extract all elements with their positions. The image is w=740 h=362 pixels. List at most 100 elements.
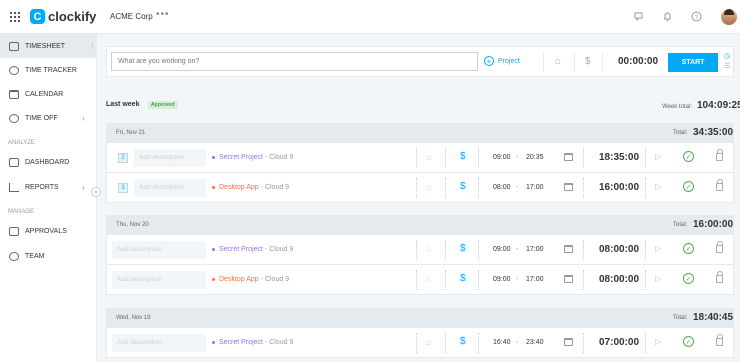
sidebar-item-approvals[interactable]: APPROVALS [0,219,96,243]
billable-dollar-icon[interactable]: $ [460,336,466,347]
approved-check-icon: ✓ [683,243,694,254]
tag-icon[interactable]: ⌂ [555,56,561,67]
entry-start-time[interactable]: 09:00 [493,246,511,253]
feedback-icon[interactable] [632,10,644,22]
billable-dollar-icon[interactable]: $ [460,273,466,284]
entry-description[interactable]: Add description [134,179,206,197]
divider [445,240,446,260]
sidebar-item-time-off[interactable]: TIME OFF › [0,106,96,130]
sidebar-item-time-tracker[interactable]: TIME TRACKER [0,58,96,82]
entry-duration[interactable]: 08:00:00 [599,274,639,285]
divider [478,148,479,168]
collapse-sidebar-icon[interactable]: « [91,187,101,197]
help-icon[interactable]: ? [690,10,702,22]
calendar-icon [9,89,19,99]
calendar-icon[interactable] [564,245,573,253]
divider [583,270,584,290]
plus-icon: + [484,56,494,66]
play-icon[interactable]: ▷ [655,337,661,346]
more-options-icon[interactable]: ••• [156,9,170,20]
tag-icon[interactable]: ⌂ [426,182,431,192]
play-icon[interactable]: ▷ [655,152,661,161]
app-logo[interactable]: C clockify [30,9,96,24]
day-date: Wed, Nov 19 [116,315,151,321]
workspace-name[interactable]: ACME Corp [110,12,153,21]
entry-end-time[interactable]: 17:00 [526,276,544,283]
tag-icon[interactable]: ⌂ [426,152,431,162]
sidebar-item-calendar[interactable]: CALENDAR [0,82,96,106]
billable-dollar-icon[interactable]: $ [585,56,591,67]
calendar-icon[interactable] [564,153,573,161]
entry-end-time[interactable]: 20:35 [526,154,544,161]
entry-description[interactable]: Add description [112,241,206,259]
group-count-badge[interactable]: 3 [118,183,128,193]
entry-end-time[interactable]: 17:00 [526,184,544,191]
play-icon[interactable]: ▷ [655,274,661,283]
project-button[interactable]: + Project [484,56,520,66]
bell-icon[interactable] [661,10,673,22]
entry-duration[interactable]: 08:00:00 [599,244,639,255]
billable-dollar-icon[interactable]: $ [460,243,466,254]
divider [645,240,646,260]
tag-icon[interactable]: ⌂ [426,337,431,347]
entry-project[interactable]: Secret Project - Cloud 9 [212,339,293,346]
drag-handle-icon[interactable]: ⋮ [89,42,96,50]
entry-start-time[interactable]: 16:40 [493,339,511,346]
timer-mode-icon[interactable]: ◷ [724,52,730,60]
start-button[interactable]: START [668,53,718,72]
time-separator: - [516,154,519,161]
divider [416,148,417,168]
divider [478,333,479,353]
description-input[interactable] [111,52,478,71]
day-group: Fri, Nov 21 Total: 34:35:00 2 Add descri… [106,123,734,203]
entry-duration[interactable]: 18:35:00 [599,152,639,163]
calendar-icon[interactable] [564,338,573,346]
calendar-icon[interactable] [564,183,573,191]
play-icon[interactable]: ▷ [655,182,661,191]
entry-project[interactable]: Secret Project - Cloud 9 [212,154,293,161]
clock-icon [9,65,19,75]
approved-check-icon: ✓ [683,181,694,192]
apps-grid-icon[interactable] [10,12,20,22]
divider [478,240,479,260]
calendar-icon[interactable] [564,275,573,283]
entry-duration[interactable]: 07:00:00 [599,337,639,348]
group-count-badge[interactable]: 2 [118,153,128,163]
tag-icon[interactable]: ⌂ [426,244,431,254]
chevron-right-icon: › [82,182,85,192]
logo-mark-icon: C [30,9,45,24]
entry-description[interactable]: Add description [112,271,206,289]
billable-dollar-icon[interactable]: $ [460,151,466,162]
play-icon[interactable]: ▷ [655,244,661,253]
entry-start-time[interactable]: 08:00 [493,184,511,191]
sidebar-item-team[interactable]: TEAM [0,244,96,268]
entry-duration[interactable]: 16:00:00 [599,182,639,193]
divider [602,53,603,72]
divider [478,270,479,290]
sidebar-item-label: TIMESHEET [25,42,66,50]
entry-project[interactable]: Desktop App - Cloud 9 [212,184,289,191]
divider [416,178,417,198]
lock-icon [716,271,723,283]
divider [583,178,584,198]
entry-project[interactable]: Secret Project - Cloud 9 [212,246,293,253]
day-total-value: 34:35:00 [693,127,734,138]
day-total-label: Total: [673,222,688,228]
sidebar-item-timesheet[interactable]: TIMESHEET ⋮ [0,34,96,58]
entry-start-time[interactable]: 09:00 [493,154,511,161]
project-color-dot [212,247,215,251]
user-avatar[interactable] [721,9,737,25]
sidebar-item-reports[interactable]: REPORTS › [0,175,96,199]
manual-mode-icon[interactable]: ☰ [724,62,730,70]
entry-description[interactable]: Add description [134,149,206,167]
tag-icon[interactable]: ⌂ [426,274,431,284]
billable-dollar-icon[interactable]: $ [460,181,466,192]
entry-end-time[interactable]: 23:40 [526,339,544,346]
entry-project[interactable]: Desktop App - Cloud 9 [212,276,289,283]
client-name: Cloud 9 [264,276,290,283]
sidebar-item-dashboard[interactable]: DASHBOARD [0,150,96,174]
entry-end-time[interactable]: 17:00 [526,246,544,253]
entry-description[interactable]: Add description [112,334,206,352]
entry-start-time[interactable]: 09:00 [493,276,511,283]
sidebar-item-label: REPORTS [25,183,59,191]
